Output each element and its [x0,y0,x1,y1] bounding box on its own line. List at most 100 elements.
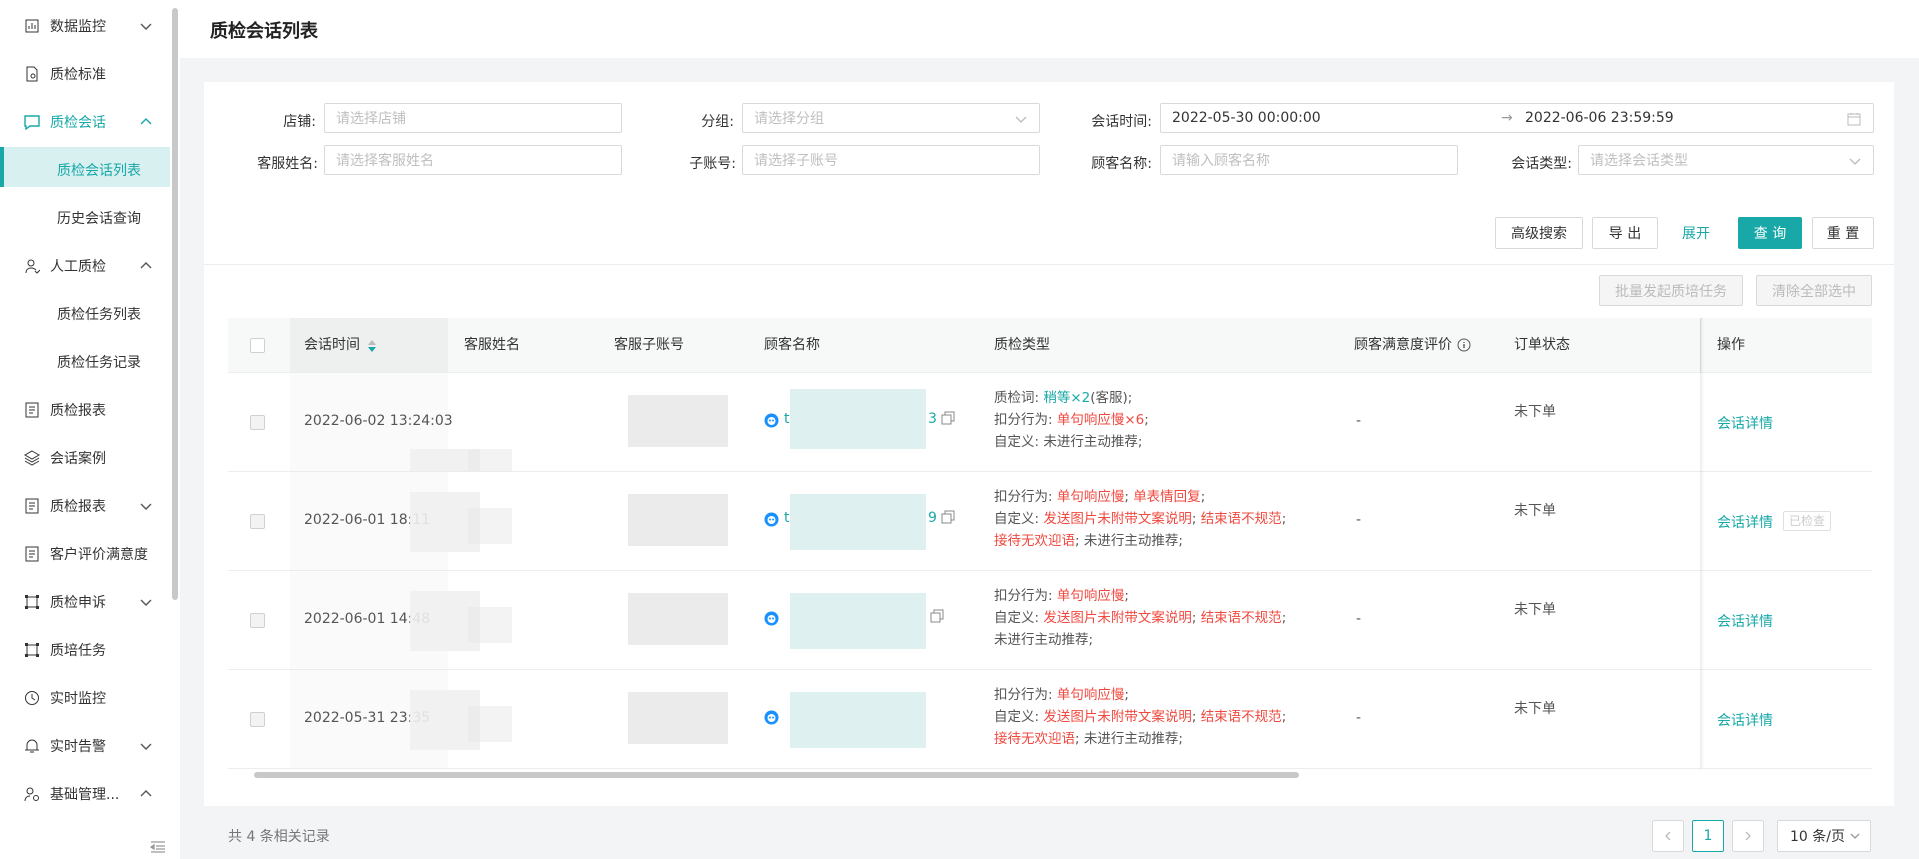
sidebar-item-11[interactable]: 客户评价满意度 [0,532,170,576]
customer-input[interactable]: 请输入顾客名称 [1160,145,1458,175]
sidebar-item-13[interactable]: 质培任务 [0,628,170,672]
export-button[interactable]: 导 出 [1592,217,1658,249]
copy-icon[interactable] [941,510,955,524]
session-detail-link[interactable]: 会话详情 [1717,512,1773,532]
sidebar-item-1[interactable]: 质检标准 [0,52,170,96]
qc-type-segment: ; [1191,610,1201,626]
sidebar-item-label: 质检报表 [50,499,106,515]
bar-chart-icon [25,19,39,33]
sidebar-item-16[interactable]: 基础管理... [0,772,170,816]
sidebar-item-label: 质检标准 [50,67,106,83]
satisfaction-value: - [1356,710,1362,726]
time-start: 2022-05-30 00:00:00 [1172,110,1321,126]
sidebar-item-10[interactable]: 质检报表 [0,484,170,528]
qc-type-segment: 接待无欢迎语 [994,533,1075,549]
customer-name-suffix[interactable]: 9 [928,510,937,526]
satisfaction-value: - [1356,512,1362,528]
chat-icon [24,115,40,130]
group-select[interactable]: 请选择分组 [742,103,1040,133]
table-row[interactable]: 2022-06-01 14:48 扣分行为: 单句响应慢; 自定义: 发送图片未附带… [228,571,1872,670]
chevron-down-icon [1850,833,1860,839]
sidebar-item-0[interactable]: 数据监控 [0,4,170,48]
qc-type-segment: 质检词: [994,390,1044,406]
row-checkbox[interactable] [250,514,265,529]
type-placeholder: 请选择会话类型 [1590,153,1688,169]
session-detail-link[interactable]: 会话详情 [1717,710,1773,730]
copy-icon[interactable] [930,609,944,623]
sidebar-item-6[interactable]: 质检任务列表 [0,292,170,336]
sidebar-item-12[interactable]: 质检申诉 [0,580,170,624]
sort-icon[interactable] [368,340,376,352]
table-row[interactable]: 2022-05-31 23:35 扣分行为: 单句响应慢; 自定义: 发送图片未附带… [228,670,1872,769]
col-session-time[interactable]: 会话时间 [304,318,360,372]
col-customer-name: 顾客名称 [764,337,820,353]
sidebar-item-3[interactable]: 质检会话列表 [0,148,170,192]
qc-type-segment: ; [1200,489,1206,505]
qc-type-segment: 未进行主动推荐; [994,632,1094,648]
subaccount-select[interactable]: 请选择子账号 [742,145,1040,175]
order-status: 未下单 [1514,602,1556,618]
table-row[interactable]: 2022-06-01 18:11 t 9 扣分行为: 单句响应慢; 单表情回复; 自定义… [228,472,1872,571]
sidebar-item-9[interactable]: 会话案例 [0,436,170,480]
customer-placeholder: 请输入顾客名称 [1172,153,1270,169]
sidebar-item-7[interactable]: 质检任务记录 [0,340,170,384]
shop-label: 店铺: [283,114,316,130]
prev-page-button[interactable] [1652,820,1684,852]
sidebar-item-label: 实时告警 [50,739,106,755]
qc-type-segment: ; [1124,588,1129,604]
session-detail-link[interactable]: 会话详情 [1717,611,1773,631]
sidebar-item-4[interactable]: 历史会话查询 [0,196,170,240]
page-number-1[interactable]: 1 [1692,820,1724,852]
batch-training-button[interactable]: 批量发起质培任务 [1599,275,1743,306]
copy-icon[interactable] [941,411,955,425]
reset-button[interactable]: 重 置 [1812,217,1874,249]
blurred-sub-account [628,692,728,744]
row-checkbox[interactable] [250,613,265,628]
table-horizontal-scrollbar[interactable] [254,772,1299,778]
qc-type-segment: 自定义: [994,709,1044,725]
query-button[interactable]: 查 询 [1738,217,1802,249]
sidebar-item-5[interactable]: 人工质检 [0,244,170,288]
frame-icon [25,643,39,657]
sidebar-item-label: 质检会话列表 [57,163,141,179]
table-row[interactable]: 2022-06-02 13:24:03 t 3 质检词: 稍等×2(客服); 扣分行为:… [228,373,1872,472]
page-size-select[interactable]: 10 条/页 [1777,820,1871,852]
clear-selection-button[interactable]: 清除全部选中 [1756,275,1872,306]
next-page-button[interactable] [1732,820,1764,852]
customer-name-prefix[interactable]: t [784,510,790,526]
qc-type-line: 扣分行为: 单句响应慢; [994,684,1129,706]
sidebar-item-label: 质检报表 [50,403,106,419]
session-detail-link[interactable]: 会话详情 [1717,413,1773,433]
sidebar-scrollbar-thumb[interactable] [172,8,178,600]
agent-select[interactable]: 请选择客服姓名 [324,145,622,175]
qc-type-segment: (客服); [1090,390,1133,406]
info-icon[interactable] [1457,338,1471,352]
row-checkbox[interactable] [250,415,265,430]
col-order-status: 订单状态 [1514,337,1570,353]
collapse-menu-icon[interactable] [150,840,166,854]
type-select[interactable]: 请选择会话类型 [1578,145,1874,175]
qc-type-segment: 自定义: 未进行主动推荐; [994,434,1143,450]
advanced-search-button[interactable]: 高级搜索 [1495,217,1583,249]
chevron-down-icon [140,599,152,606]
row-checkbox[interactable] [250,712,265,727]
col-actions: 操作 [1717,337,1745,353]
sidebar-item-2[interactable]: 质检会话 [0,100,170,144]
expand-button[interactable]: 展开 [1666,217,1726,249]
select-all-checkbox[interactable] [250,338,265,353]
qc-type-segment: 结束语不规范 [1200,610,1282,626]
customer-name-prefix[interactable]: t [784,411,790,427]
qc-type-segment: 发送图片未附带文案说明 [1043,709,1192,725]
col-qc-type: 质检类型 [994,337,1050,353]
sidebar-item-14[interactable]: 实时监控 [0,676,170,720]
qc-type-segment: ; [1144,412,1149,428]
sidebar-item-8[interactable]: 质检报表 [0,388,170,432]
sidebar-scrollbar[interactable] [170,0,180,859]
sidebar-item-15[interactable]: 实时告警 [0,724,170,768]
agent-placeholder: 请选择客服姓名 [336,153,434,169]
chevron-down-icon [140,23,152,30]
sidebar-item-label: 质检任务记录 [57,355,141,371]
time-range-picker[interactable]: 2022-05-30 00:00:00 → 2022-06-06 23:59:5… [1160,103,1874,133]
shop-select[interactable]: 请选择店铺 [324,103,622,133]
customer-name-suffix[interactable]: 3 [928,411,937,427]
